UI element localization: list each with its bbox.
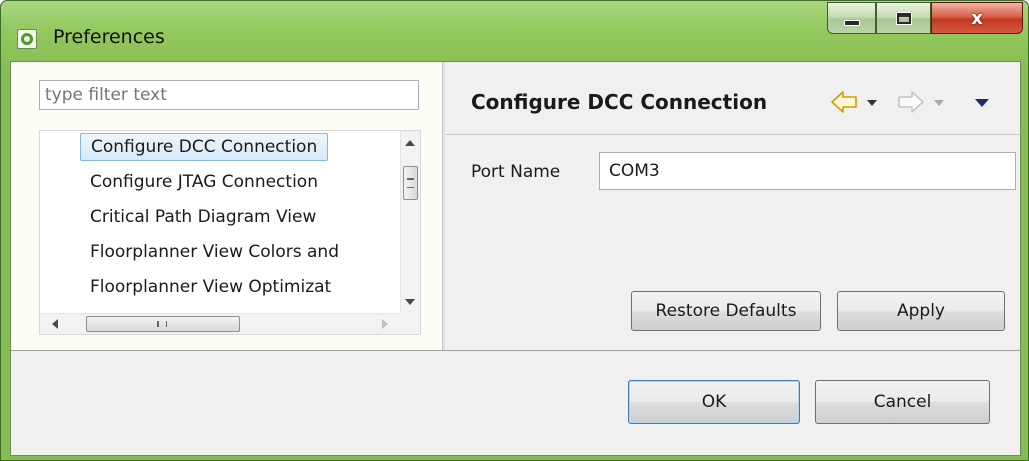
window-title: Preferences: [53, 26, 165, 48]
ok-button[interactable]: OK: [628, 380, 800, 424]
close-icon: x: [971, 7, 983, 29]
title-bar[interactable]: Preferences x: [1, 1, 1028, 61]
tree-items: Configure DCC Connection Configure JTAG …: [40, 131, 402, 313]
scroll-right-arrow-icon[interactable]: [382, 319, 388, 329]
scroll-left-arrow-icon[interactable]: [52, 319, 58, 329]
tree-vertical-scrollbar[interactable]: [400, 131, 420, 313]
header-separator: [445, 134, 1020, 135]
minimize-icon: [843, 20, 860, 26]
tree-item-configure-dcc-connection[interactable]: Configure DCC Connection: [80, 133, 329, 161]
scroll-down-arrow-icon[interactable]: [405, 299, 415, 305]
back-history-dropdown-icon[interactable]: [867, 100, 877, 106]
dialog-client-area: Configure DCC Connection Configure JTAG …: [10, 61, 1021, 456]
preferences-window: Preferences x Configure DCC Connection C…: [0, 0, 1029, 461]
preferences-content: Configure DCC Connection Configure JTAG …: [11, 62, 1020, 351]
port-name-label: Port Name: [471, 162, 561, 182]
cancel-button[interactable]: Cancel: [815, 380, 990, 424]
tree-item-floorplanner-view-colors[interactable]: Floorplanner View Colors and: [80, 238, 349, 266]
apply-button[interactable]: Apply: [837, 291, 1005, 331]
tree-item-floorplanner-view-optimization[interactable]: Floorplanner View Optimizat: [80, 273, 341, 301]
filter-input[interactable]: [39, 80, 419, 110]
forward-arrow-icon[interactable]: [897, 89, 925, 115]
page-title: Configure DCC Connection: [471, 90, 768, 114]
restore-defaults-button[interactable]: Restore Defaults: [631, 291, 821, 331]
preferences-app-icon: [17, 29, 37, 49]
tree-item-configure-jtag-connection[interactable]: Configure JTAG Connection: [80, 168, 328, 196]
scroll-up-arrow-icon[interactable]: [405, 140, 415, 146]
preference-page-panel: Configure DCC Connection Port Name Resto…: [445, 62, 1020, 350]
view-menu-icon[interactable]: [975, 99, 989, 107]
vertical-scroll-thumb[interactable]: [403, 166, 418, 200]
back-arrow-icon[interactable]: [830, 89, 858, 115]
preference-tree-panel: Configure DCC Connection Configure JTAG …: [11, 62, 442, 350]
forward-history-dropdown-icon[interactable]: [934, 100, 944, 106]
maximize-icon: [895, 11, 912, 25]
port-name-input[interactable]: [599, 152, 1016, 190]
tree-item-critical-path-diagram-view[interactable]: Critical Path Diagram View: [80, 203, 326, 231]
scrollbar-corner: [400, 313, 420, 334]
preference-tree[interactable]: Configure DCC Connection Configure JTAG …: [39, 130, 421, 335]
maximize-button[interactable]: [876, 2, 931, 34]
tree-horizontal-scrollbar[interactable]: [40, 313, 402, 334]
close-button[interactable]: x: [931, 2, 1023, 34]
horizontal-scroll-thumb[interactable]: [86, 316, 240, 332]
minimize-button[interactable]: [827, 2, 876, 34]
